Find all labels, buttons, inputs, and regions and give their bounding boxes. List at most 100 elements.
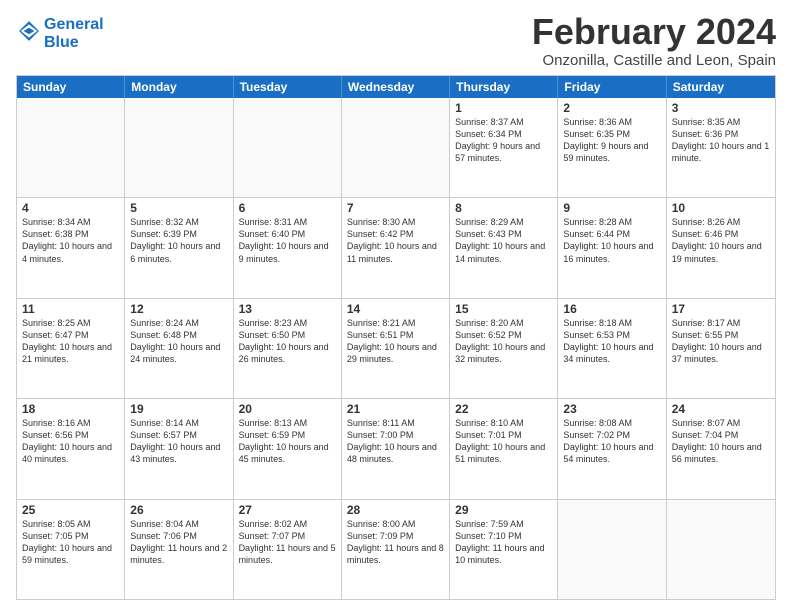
day-info: Sunrise: 8:30 AM Sunset: 6:42 PM Dayligh… bbox=[347, 216, 444, 265]
day-number: 21 bbox=[347, 402, 444, 416]
day-number: 6 bbox=[239, 201, 336, 215]
day-info: Sunrise: 8:34 AM Sunset: 6:38 PM Dayligh… bbox=[22, 216, 119, 265]
header-sunday: Sunday bbox=[17, 76, 125, 98]
calendar: Sunday Monday Tuesday Wednesday Thursday… bbox=[16, 75, 776, 600]
day-number: 2 bbox=[563, 101, 660, 115]
day-number: 19 bbox=[130, 402, 227, 416]
table-row bbox=[234, 98, 342, 197]
logo-text-blue: Blue bbox=[44, 34, 104, 52]
day-info: Sunrise: 8:07 AM Sunset: 7:04 PM Dayligh… bbox=[672, 417, 770, 466]
day-info: Sunrise: 8:20 AM Sunset: 6:52 PM Dayligh… bbox=[455, 317, 552, 366]
table-row: 15Sunrise: 8:20 AM Sunset: 6:52 PM Dayli… bbox=[450, 299, 558, 398]
day-info: Sunrise: 8:37 AM Sunset: 6:34 PM Dayligh… bbox=[455, 116, 552, 165]
day-number: 22 bbox=[455, 402, 552, 416]
table-row: 13Sunrise: 8:23 AM Sunset: 6:50 PM Dayli… bbox=[234, 299, 342, 398]
table-row: 19Sunrise: 8:14 AM Sunset: 6:57 PM Dayli… bbox=[125, 399, 233, 498]
day-info: Sunrise: 7:59 AM Sunset: 7:10 PM Dayligh… bbox=[455, 518, 552, 567]
table-row: 14Sunrise: 8:21 AM Sunset: 6:51 PM Dayli… bbox=[342, 299, 450, 398]
day-number: 28 bbox=[347, 503, 444, 517]
header-friday: Friday bbox=[558, 76, 666, 98]
day-number: 16 bbox=[563, 302, 660, 316]
day-info: Sunrise: 8:25 AM Sunset: 6:47 PM Dayligh… bbox=[22, 317, 119, 366]
table-row bbox=[342, 98, 450, 197]
day-info: Sunrise: 8:13 AM Sunset: 6:59 PM Dayligh… bbox=[239, 417, 336, 466]
table-row bbox=[125, 98, 233, 197]
table-row: 29Sunrise: 7:59 AM Sunset: 7:10 PM Dayli… bbox=[450, 500, 558, 599]
table-row: 11Sunrise: 8:25 AM Sunset: 6:47 PM Dayli… bbox=[17, 299, 125, 398]
day-number: 25 bbox=[22, 503, 119, 517]
table-row: 16Sunrise: 8:18 AM Sunset: 6:53 PM Dayli… bbox=[558, 299, 666, 398]
table-row: 20Sunrise: 8:13 AM Sunset: 6:59 PM Dayli… bbox=[234, 399, 342, 498]
day-number: 1 bbox=[455, 101, 552, 115]
day-number: 23 bbox=[563, 402, 660, 416]
day-number: 5 bbox=[130, 201, 227, 215]
table-row: 26Sunrise: 8:04 AM Sunset: 7:06 PM Dayli… bbox=[125, 500, 233, 599]
day-info: Sunrise: 8:08 AM Sunset: 7:02 PM Dayligh… bbox=[563, 417, 660, 466]
day-info: Sunrise: 8:14 AM Sunset: 6:57 PM Dayligh… bbox=[130, 417, 227, 466]
day-info: Sunrise: 8:02 AM Sunset: 7:07 PM Dayligh… bbox=[239, 518, 336, 567]
day-info: Sunrise: 8:24 AM Sunset: 6:48 PM Dayligh… bbox=[130, 317, 227, 366]
day-number: 9 bbox=[563, 201, 660, 215]
day-info: Sunrise: 8:17 AM Sunset: 6:55 PM Dayligh… bbox=[672, 317, 770, 366]
day-info: Sunrise: 8:18 AM Sunset: 6:53 PM Dayligh… bbox=[563, 317, 660, 366]
day-number: 14 bbox=[347, 302, 444, 316]
week-row-3: 18Sunrise: 8:16 AM Sunset: 6:56 PM Dayli… bbox=[17, 398, 775, 498]
day-number: 11 bbox=[22, 302, 119, 316]
week-row-0: 1Sunrise: 8:37 AM Sunset: 6:34 PM Daylig… bbox=[17, 98, 775, 197]
table-row: 9Sunrise: 8:28 AM Sunset: 6:44 PM Daylig… bbox=[558, 198, 666, 297]
header-tuesday: Tuesday bbox=[234, 76, 342, 98]
table-row bbox=[667, 500, 775, 599]
table-row: 6Sunrise: 8:31 AM Sunset: 6:40 PM Daylig… bbox=[234, 198, 342, 297]
month-title: February 2024 bbox=[532, 12, 776, 52]
location-title: Onzonilla, Castille and Leon, Spain bbox=[532, 52, 776, 69]
table-row: 10Sunrise: 8:26 AM Sunset: 6:46 PM Dayli… bbox=[667, 198, 775, 297]
day-number: 29 bbox=[455, 503, 552, 517]
day-number: 3 bbox=[672, 101, 770, 115]
header-monday: Monday bbox=[125, 76, 233, 98]
page: General Blue February 2024 Onzonilla, Ca… bbox=[0, 0, 792, 612]
day-info: Sunrise: 8:16 AM Sunset: 6:56 PM Dayligh… bbox=[22, 417, 119, 466]
day-info: Sunrise: 8:36 AM Sunset: 6:35 PM Dayligh… bbox=[563, 116, 660, 165]
day-number: 18 bbox=[22, 402, 119, 416]
day-info: Sunrise: 8:23 AM Sunset: 6:50 PM Dayligh… bbox=[239, 317, 336, 366]
table-row: 4Sunrise: 8:34 AM Sunset: 6:38 PM Daylig… bbox=[17, 198, 125, 297]
table-row: 17Sunrise: 8:17 AM Sunset: 6:55 PM Dayli… bbox=[667, 299, 775, 398]
table-row: 21Sunrise: 8:11 AM Sunset: 7:00 PM Dayli… bbox=[342, 399, 450, 498]
day-info: Sunrise: 8:29 AM Sunset: 6:43 PM Dayligh… bbox=[455, 216, 552, 265]
day-number: 20 bbox=[239, 402, 336, 416]
day-number: 27 bbox=[239, 503, 336, 517]
logo-icon bbox=[18, 20, 40, 42]
calendar-body: 1Sunrise: 8:37 AM Sunset: 6:34 PM Daylig… bbox=[17, 98, 775, 599]
table-row: 5Sunrise: 8:32 AM Sunset: 6:39 PM Daylig… bbox=[125, 198, 233, 297]
week-row-1: 4Sunrise: 8:34 AM Sunset: 6:38 PM Daylig… bbox=[17, 197, 775, 297]
day-info: Sunrise: 8:11 AM Sunset: 7:00 PM Dayligh… bbox=[347, 417, 444, 466]
day-info: Sunrise: 8:28 AM Sunset: 6:44 PM Dayligh… bbox=[563, 216, 660, 265]
table-row: 12Sunrise: 8:24 AM Sunset: 6:48 PM Dayli… bbox=[125, 299, 233, 398]
table-row: 1Sunrise: 8:37 AM Sunset: 6:34 PM Daylig… bbox=[450, 98, 558, 197]
table-row: 22Sunrise: 8:10 AM Sunset: 7:01 PM Dayli… bbox=[450, 399, 558, 498]
table-row: 18Sunrise: 8:16 AM Sunset: 6:56 PM Dayli… bbox=[17, 399, 125, 498]
day-info: Sunrise: 8:10 AM Sunset: 7:01 PM Dayligh… bbox=[455, 417, 552, 466]
day-number: 15 bbox=[455, 302, 552, 316]
table-row: 27Sunrise: 8:02 AM Sunset: 7:07 PM Dayli… bbox=[234, 500, 342, 599]
day-number: 13 bbox=[239, 302, 336, 316]
day-number: 7 bbox=[347, 201, 444, 215]
day-number: 10 bbox=[672, 201, 770, 215]
week-row-4: 25Sunrise: 8:05 AM Sunset: 7:05 PM Dayli… bbox=[17, 499, 775, 599]
day-info: Sunrise: 8:35 AM Sunset: 6:36 PM Dayligh… bbox=[672, 116, 770, 165]
logo: General Blue bbox=[16, 16, 104, 51]
table-row: 28Sunrise: 8:00 AM Sunset: 7:09 PM Dayli… bbox=[342, 500, 450, 599]
table-row: 7Sunrise: 8:30 AM Sunset: 6:42 PM Daylig… bbox=[342, 198, 450, 297]
day-number: 26 bbox=[130, 503, 227, 517]
day-info: Sunrise: 8:04 AM Sunset: 7:06 PM Dayligh… bbox=[130, 518, 227, 567]
table-row: 2Sunrise: 8:36 AM Sunset: 6:35 PM Daylig… bbox=[558, 98, 666, 197]
day-info: Sunrise: 8:26 AM Sunset: 6:46 PM Dayligh… bbox=[672, 216, 770, 265]
table-row: 3Sunrise: 8:35 AM Sunset: 6:36 PM Daylig… bbox=[667, 98, 775, 197]
day-info: Sunrise: 8:31 AM Sunset: 6:40 PM Dayligh… bbox=[239, 216, 336, 265]
day-number: 24 bbox=[672, 402, 770, 416]
table-row: 8Sunrise: 8:29 AM Sunset: 6:43 PM Daylig… bbox=[450, 198, 558, 297]
table-row bbox=[17, 98, 125, 197]
week-row-2: 11Sunrise: 8:25 AM Sunset: 6:47 PM Dayli… bbox=[17, 298, 775, 398]
day-info: Sunrise: 8:05 AM Sunset: 7:05 PM Dayligh… bbox=[22, 518, 119, 567]
table-row bbox=[558, 500, 666, 599]
